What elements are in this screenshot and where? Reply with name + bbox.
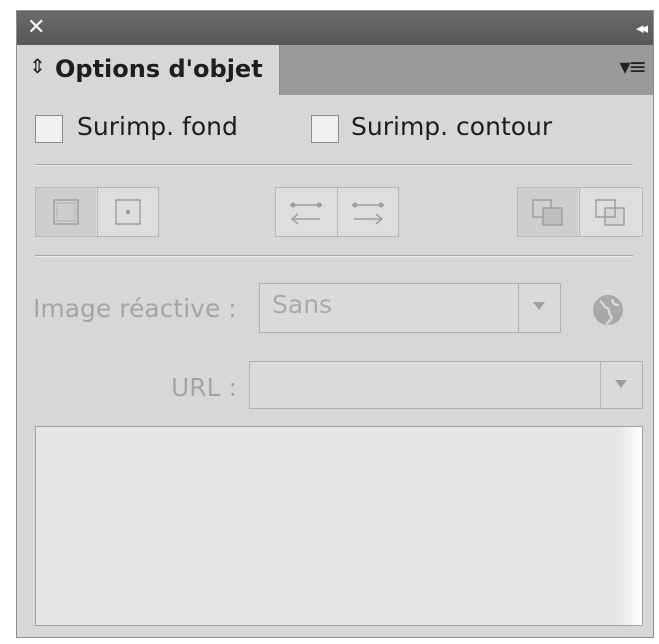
frame-fill-icon	[53, 199, 79, 225]
divider	[35, 255, 633, 257]
scrollbar-track	[618, 427, 642, 625]
image-map-label: Image réactive :	[33, 294, 237, 323]
alt-text-area[interactable]	[35, 426, 643, 626]
frame-center-icon	[115, 199, 141, 225]
overlap-back-button[interactable]	[579, 188, 642, 236]
overprint-fill-label: Surimp. fond	[77, 112, 238, 141]
object-options-panel: ✕ ◂◂ ⇕ Options d'objet ▾≡ Surimp. fond S…	[16, 10, 654, 638]
tab-object-options[interactable]: ⇕ Options d'objet	[17, 45, 280, 95]
arrows-button-group	[275, 187, 399, 237]
divider	[35, 164, 633, 166]
close-icon[interactable]: ✕	[27, 13, 45, 43]
arrow-left-button[interactable]	[276, 188, 336, 236]
overprint-stroke-label: Surimp. contour	[351, 112, 553, 141]
overlap-back-icon	[595, 199, 625, 226]
overprint-stroke-checkbox[interactable]	[311, 115, 339, 143]
image-map-dropdown-button[interactable]	[518, 284, 560, 332]
image-map-select[interactable]: Sans	[259, 283, 561, 333]
url-label: URL :	[171, 373, 237, 402]
arrow-left-icon	[290, 202, 322, 225]
overlap-front-icon	[532, 199, 563, 226]
arrow-right-button[interactable]	[337, 188, 398, 236]
chevron-down-icon	[615, 380, 627, 388]
overprint-fill-checkbox[interactable]	[35, 115, 63, 143]
overlap-front-button[interactable]	[518, 188, 578, 236]
panel-tab-bar: ⇕ Options d'objet ▾≡	[17, 45, 653, 95]
frame-fill-button[interactable]	[36, 188, 96, 236]
collapse-icon[interactable]: ◂◂	[636, 13, 648, 43]
chevron-down-icon	[533, 302, 545, 310]
frame-center-button[interactable]	[97, 188, 158, 236]
chevron-updown-icon: ⇕	[29, 54, 46, 78]
url-dropdown-button[interactable]	[600, 362, 642, 408]
url-combobox[interactable]	[249, 361, 643, 409]
frame-button-group	[35, 187, 159, 237]
panel-title-bar[interactable]: ✕ ◂◂	[17, 11, 653, 45]
overlap-button-group	[517, 187, 643, 237]
image-map-value: Sans	[272, 290, 333, 319]
globe-icon[interactable]	[591, 293, 625, 327]
overprint-options: Surimp. fond Surimp. contour	[17, 109, 653, 149]
tab-title: Options d'objet	[55, 55, 263, 83]
arrow-right-icon	[352, 202, 384, 225]
panel-menu-icon[interactable]: ▾≡	[620, 55, 648, 80]
